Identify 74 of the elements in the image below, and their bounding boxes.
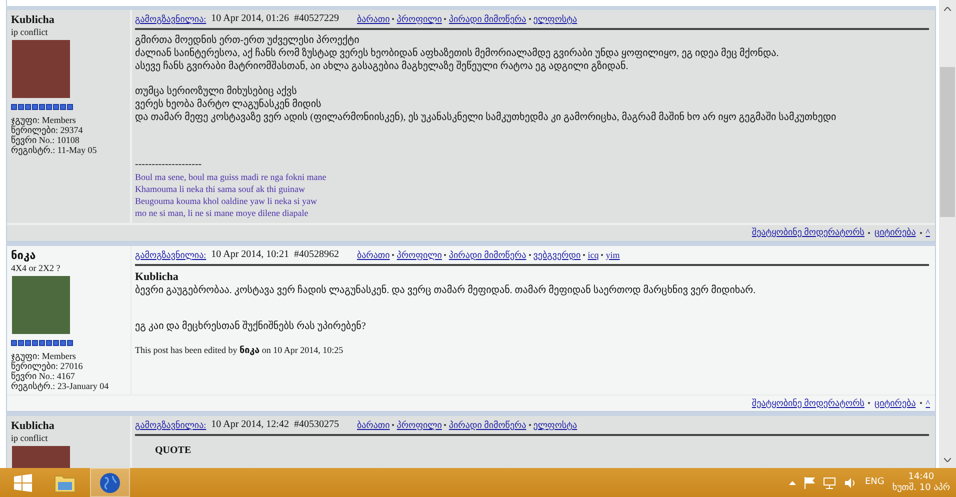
scroll-down-icon[interactable] (944, 458, 951, 462)
scrollbar[interactable] (939, 0, 956, 468)
post-number: #40528962 (294, 248, 339, 260)
member-stat: წევრი No.: 10108 (11, 135, 80, 145)
footer-link[interactable]: შეატყობინე მოდერატორს (752, 226, 864, 240)
quote-label: QUOTE (154, 444, 192, 458)
author-name[interactable]: Kublicha (11, 13, 126, 27)
posted-link[interactable]: გამოგზავნილია: (135, 419, 206, 431)
footer-link[interactable]: შეატყობინე მოდერატორს (752, 396, 864, 410)
header-link[interactable]: ბარათი (356, 419, 390, 431)
post-text: ძალიან საინტერესოა, აქ ჩანს რომ ზუსტად ვერეს ხეობიდან აფხაზეთის მემორიალამდე გვირაბი უნდა ყოფილიყო, ეგ იდეა მეც მქონდა. (135, 47, 780, 60)
rank-pips-icon (11, 104, 73, 110)
photo-placeholder (12, 40, 70, 98)
posted-link[interactable]: გამოგზავნილია: (135, 13, 206, 25)
header-link[interactable]: ბარათი (356, 248, 390, 260)
signature-text: Boul ma sene, boul ma guiss madi re nga fokni mane (135, 171, 328, 183)
member-stat: რეგისტრ.: 23-January 04 (11, 380, 110, 390)
post-date: 10 Apr 2014, 01:26 (211, 13, 289, 25)
member-title: 4X4 or 2X2 ? (11, 262, 62, 274)
header-link[interactable]: პირადი მიმოწერა (448, 13, 526, 25)
post-text: გმირთა მოედნის ერთ-ერთ უძველესი პროექტი (135, 34, 360, 47)
show-hidden-icons-icon[interactable] (788, 480, 796, 484)
signature-text: Khamouma li neka thi sama souf ak thi guinaw (135, 183, 306, 195)
member-title: ip conflict (11, 433, 49, 444)
footer-link[interactable]: ^ (926, 396, 930, 410)
signature-text: Beugouma kouma khol oaldine yaw li neka si yaw (135, 195, 318, 207)
post-text: ბევრი გაუგებრობაა. კოსტავა ვერ ჩადის ლაგუნასკენ. და ვერც თამარ მეფიდან. თამარ მეფიდან საერთოდ მარცხნივ ვერ მიდიხარ. (135, 284, 757, 296)
member-stat: რეგისტრ.: 11-May 05 (11, 145, 98, 155)
folder-icon[interactable] (54, 472, 76, 492)
quoted-author: Kublicha (135, 270, 180, 284)
post-number: #40527229 (294, 13, 339, 25)
header-link[interactable]: ვებგვერდი (533, 248, 581, 260)
post-date: 10 Apr 2014, 12:42 (211, 419, 289, 431)
photo-placeholder (12, 276, 70, 334)
header-link[interactable]: პროფილი (396, 419, 442, 431)
windows-logo-icon[interactable] (14, 474, 32, 492)
post-number: #40530275 (294, 419, 339, 431)
header-link[interactable]: პირადი მიმოწერა (448, 419, 526, 431)
signature-text: mo ne si man, li ne si mane moye dilene diapale (135, 207, 310, 219)
header-link[interactable]: პროფილი (396, 248, 442, 260)
member-stat: ჯგუფი: Members (11, 115, 77, 125)
author-name[interactable]: ნიკა (11, 248, 126, 262)
member-title: ip conflict (11, 27, 49, 38)
header-link[interactable]: icq (588, 248, 599, 260)
member-stat: ჯგუფი: Members (11, 350, 77, 360)
post-date: 10 Apr 2014, 10:21 (211, 248, 289, 260)
header-link[interactable]: ელფოსტა (533, 419, 578, 431)
header-link[interactable]: პირადი მიმოწერა (448, 248, 526, 260)
post-text: -------------------- (135, 158, 203, 171)
header-link[interactable]: პროფილი (396, 13, 442, 25)
header-link[interactable]: ელფოსტა (533, 13, 578, 25)
post-text: ეგ კაი და მეცხრესთან შუქნიშნებს რას უპირებენ? (135, 320, 367, 332)
flag-icon[interactable] (804, 476, 815, 488)
edit-note: This post has been edited by ნიკა on 10 Apr 2014, 10:25 (135, 344, 344, 357)
author-name[interactable]: Kublicha (11, 419, 126, 433)
post-text: თუმცა სერიოზული მიხუსებიც აქვს (135, 84, 298, 98)
post-text: ვერეს ხეობა მარტო ლაგუნასკენ მიდის (135, 98, 322, 110)
speaker-icon[interactable] (844, 476, 857, 488)
network-icon[interactable] (822, 476, 836, 488)
rank-pips-icon (11, 340, 73, 346)
post-text: და თამარ მეფე კოსტავაზე ვერ ადის (ფილარმონიისკენ), ეს უკანასკნელი სამკუთხედმა კი გამორიცხა, მაგრამ მაშინ ხო არ იყო გეგმაში სამკუთხედი (135, 110, 838, 124)
posted-link[interactable]: გამოგზავნილია: (135, 248, 206, 260)
scroll-up-icon[interactable] (944, 6, 951, 10)
member-stat: წერილები: 27016 (11, 360, 84, 370)
post-text: ასევე ჩანს გვირაბი მატრიომშასთან, აი ახლა გასაგებია მაგხელაზე შეწეული რატოა ეგ ადგილი გზიდან. (135, 60, 630, 73)
header-link[interactable]: ბარათი (356, 13, 390, 25)
globe-icon[interactable] (99, 472, 121, 494)
scroll-thumb[interactable] (940, 67, 955, 217)
footer-link[interactable]: ციტირება (874, 226, 916, 240)
footer-link[interactable]: ციტირება (874, 396, 916, 410)
member-stat: წევრი No.: 4167 (11, 370, 76, 380)
footer-link[interactable]: ^ (926, 226, 930, 240)
member-stat: წერილები: 29374 (11, 125, 84, 135)
header-link[interactable]: yim (606, 248, 620, 260)
